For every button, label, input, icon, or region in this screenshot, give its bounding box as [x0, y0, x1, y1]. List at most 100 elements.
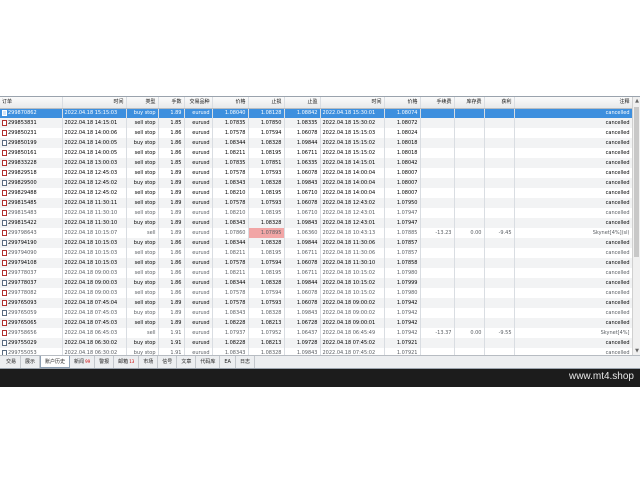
table-row[interactable]: 299815422 2022.04.18 11:30:10 buy stop 1.89…	[0, 218, 632, 228]
cell: Skynet[4%](sl)	[514, 228, 632, 238]
cell: 1.07593	[248, 198, 285, 208]
table-row[interactable]: 299794190 2022.04.18 10:15:03 buy stop 1.86…	[0, 238, 632, 248]
table-row[interactable]: 299850199 2022.04.18 14:00:05 buy stop 1.86…	[0, 138, 632, 148]
table-row[interactable]: 299829518 2022.04.18 12:45:03 sell stop 1.8…	[0, 168, 632, 178]
column-header[interactable]: 类型	[126, 97, 159, 109]
table-row[interactable]: 299765065 2022.04.18 07:45:03 sell stop 1.8…	[0, 318, 632, 328]
ticket-number: 299815483	[8, 209, 37, 216]
table-row[interactable]: 299778082 2022.04.18 09:00:03 sell stop 1.8…	[0, 288, 632, 298]
table-row[interactable]: 299853831 2022.04.18 14:15:01 sell stop 1.8…	[0, 118, 632, 128]
tab-11[interactable]: 日志	[236, 356, 255, 368]
ticket-cell: 299833228	[0, 158, 63, 168]
table-row[interactable]: 299765059 2022.04.18 07:45:03 buy stop 1.89…	[0, 308, 632, 318]
ticket-wrap: 299829488	[2, 189, 60, 198]
cell: sell stop	[126, 198, 159, 208]
ticket-number: 299853831	[8, 119, 37, 126]
cell	[484, 308, 515, 318]
cell: 2022.04.18 11:30:11	[62, 198, 127, 208]
ticket-number: 299850199	[8, 139, 37, 146]
tab-9[interactable]: 代码库	[196, 356, 221, 368]
tab-7[interactable]: 信号	[158, 356, 178, 368]
cell: 2022.04.18 09:00:03	[62, 278, 127, 288]
tab-1[interactable]: 展示	[21, 356, 41, 368]
tab-8[interactable]: 文章	[177, 356, 197, 368]
column-header[interactable]: 手续费	[420, 97, 455, 109]
table-row[interactable]: 299778037 2022.04.18 09:00:03 buy stop 1.86…	[0, 278, 632, 288]
cell: 1.07594	[248, 258, 285, 268]
tab-label: 文章	[181, 359, 192, 365]
cell: cancelled	[514, 298, 632, 308]
table-row[interactable]: 299815483 2022.04.18 11:30:10 sell stop 1.8…	[0, 208, 632, 218]
column-header[interactable]: 注释	[514, 97, 632, 109]
column-header[interactable]: 价格	[384, 97, 421, 109]
cell: 1.07594	[248, 128, 285, 138]
cell: 2022.04.18 10:15:07	[62, 228, 127, 238]
sell-order-icon	[2, 150, 7, 156]
cell	[484, 168, 515, 178]
table-row[interactable]: 299758656 2022.04.18 06:45:03 sell 1.91 euru…	[0, 328, 632, 338]
scrollbar-thumb[interactable]	[634, 107, 639, 257]
tab-4[interactable]: 警报	[95, 356, 115, 368]
table-row[interactable]: 299829488 2022.04.18 12:45:02 sell stop 1.8…	[0, 188, 632, 198]
table-row[interactable]: 299755029 2022.04.18 06:30:02 buy stop 1.91…	[0, 338, 632, 348]
ticket-cell: 299765065	[0, 318, 63, 328]
cell: 1.89	[158, 298, 185, 308]
terminal-tabs: 交易 展示 账户历史 新闻 99 警报 邮箱 13 市场 信号 文章 代码库 EA 日志	[0, 355, 640, 368]
table-row[interactable]: 299850161 2022.04.18 14:00:05 sell stop 1.8…	[0, 148, 632, 158]
cell: 1.08018	[384, 138, 421, 148]
scroll-up-icon[interactable]: ▲	[633, 97, 640, 105]
table-row[interactable]: 299794108 2022.04.18 10:15:03 sell stop 1.8…	[0, 258, 632, 268]
tab-5[interactable]: 邮箱 13	[114, 356, 140, 368]
scroll-down-icon[interactable]: ▼	[633, 347, 640, 355]
column-header[interactable]: 止损	[248, 97, 285, 109]
tab-0[interactable]: 交易	[2, 356, 22, 368]
cell	[454, 128, 485, 138]
tab-10[interactable]: EA	[220, 356, 236, 368]
sell-order-icon	[2, 120, 7, 126]
table-row[interactable]: 299794090 2022.04.18 10:15:03 sell stop 1.8…	[0, 248, 632, 258]
table-row[interactable]: 299829500 2022.04.18 12:45:02 buy stop 1.89…	[0, 178, 632, 188]
ticket-number: 299798643	[8, 229, 37, 236]
tab-3[interactable]: 新闻 99	[70, 356, 96, 368]
cell: 2022.04.18 10:15:02	[320, 278, 385, 288]
cell: sell stop	[126, 318, 159, 328]
column-header[interactable]: 止盈	[284, 97, 321, 109]
vertical-scrollbar[interactable]: ▲ ▼	[632, 97, 640, 355]
column-header[interactable]: 时间	[62, 97, 127, 109]
cell: 1.89	[158, 188, 185, 198]
column-header[interactable]: 获利	[484, 97, 515, 109]
column-header[interactable]: 交易品种	[184, 97, 213, 109]
table-row[interactable]: 299870862 2022.04.18 15:15:03 buy stop 1.89…	[0, 108, 632, 118]
table-row[interactable]: 299755053 2022.04.18 06:30:02 buy stop 1.91…	[0, 348, 632, 355]
cell	[454, 218, 485, 228]
tab-2[interactable]: 账户历史	[40, 356, 71, 368]
cell: 1.08328	[248, 278, 285, 288]
ticket-number: 299829488	[8, 189, 37, 196]
table-row[interactable]: 299850231 2022.04.18 14:00:06 sell stop 1.8…	[0, 128, 632, 138]
sell-order-icon	[2, 260, 7, 266]
tab-6[interactable]: 市场	[139, 356, 159, 368]
table-row[interactable]: 299798643 2022.04.18 10:15:07 sell 1.89 euru…	[0, 228, 632, 238]
column-header[interactable]: 订单	[0, 97, 63, 109]
ticket-number: 299794190	[8, 239, 37, 246]
cell: 1.89	[158, 108, 185, 118]
cell	[484, 148, 515, 158]
cell: 1.85	[158, 158, 185, 168]
tab-label: 代码库	[200, 359, 216, 365]
cell: 1.06711	[284, 268, 321, 278]
ticket-cell: 299778037	[0, 268, 63, 278]
cell	[420, 208, 455, 218]
column-header[interactable]: 价格	[212, 97, 249, 109]
table-row[interactable]: 299765093 2022.04.18 07:45:04 sell stop 1.8…	[0, 298, 632, 308]
column-header[interactable]: 库存费	[454, 97, 485, 109]
cell: 2022.04.18 07:45:03	[62, 308, 127, 318]
table-row[interactable]: 299778037 2022.04.18 09:00:03 sell stop 1.8…	[0, 268, 632, 278]
ticket-cell: 299794108	[0, 258, 63, 268]
table-header: 订单 时间 类型 手数 交易品种 价格 止损 止盈 时间 价格 手续费 库存费 获利 注释	[0, 97, 632, 109]
column-header[interactable]: 时间	[320, 97, 385, 109]
column-header[interactable]: 手数	[158, 97, 185, 109]
cell	[454, 348, 485, 355]
cell: eurusd	[184, 148, 213, 158]
table-row[interactable]: 299833228 2022.04.18 13:00:03 sell stop 1.8…	[0, 158, 632, 168]
table-row[interactable]: 299815485 2022.04.18 11:30:11 sell stop 1.8…	[0, 198, 632, 208]
